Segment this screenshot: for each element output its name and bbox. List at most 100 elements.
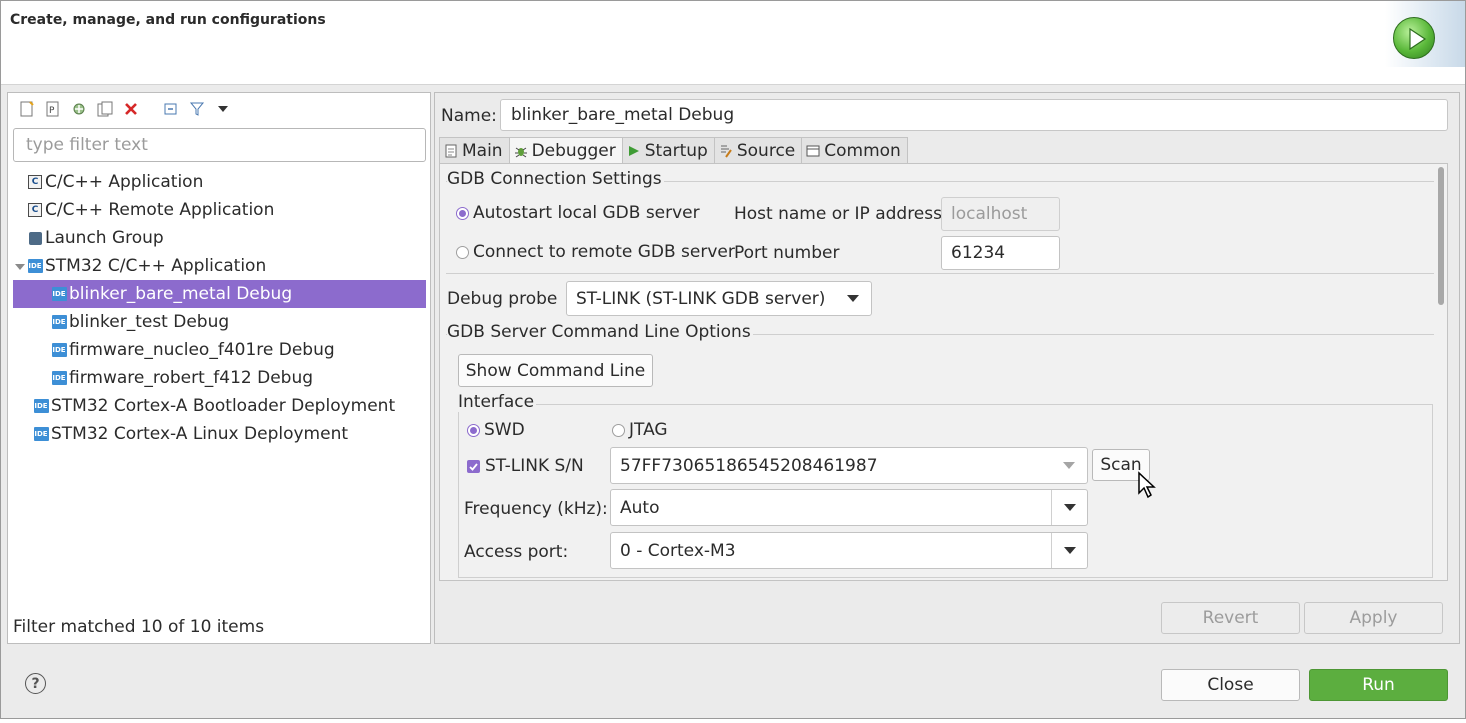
run-button[interactable]: Run [1309, 669, 1448, 701]
export-icon[interactable] [68, 98, 90, 120]
show-command-line-button[interactable]: Show Command Line [458, 354, 653, 387]
jtag-radio[interactable] [612, 423, 625, 437]
ide-icon: IDE [27, 258, 43, 274]
access-port-label: Access port: [464, 542, 569, 562]
tree-item-label: C/C++ Application [45, 172, 204, 192]
collapse-all-icon[interactable] [160, 98, 182, 120]
view-menu-icon[interactable] [212, 98, 234, 120]
frequency-select[interactable]: Auto [610, 489, 1088, 526]
launch-group-icon [27, 230, 43, 246]
new-prototype-icon[interactable]: P [42, 98, 64, 120]
chevron-down-icon[interactable] [1051, 533, 1087, 568]
tab-startup[interactable]: Startup [621, 137, 715, 163]
tree-item-label: Launch Group [45, 228, 164, 248]
ide-icon: IDE [33, 426, 49, 442]
cpp-app-icon: C [27, 202, 43, 218]
tree-item-label: blinker_bare_metal Debug [69, 284, 293, 304]
tree-item-cpp-application[interactable]: C C/C++ Application [13, 168, 426, 196]
run-circle-icon [1393, 17, 1435, 59]
ide-icon: IDE [51, 370, 67, 386]
chevron-down-icon[interactable] [835, 282, 871, 315]
stlink-sn-row[interactable]: ST-LINK S/N [467, 456, 584, 476]
common-icon [806, 144, 820, 158]
autostart-label: Autostart local GDB server [473, 203, 700, 223]
gdb-server-options-title: GDB Server Command Line Options [447, 322, 753, 342]
port-input[interactable]: 61234 [941, 236, 1060, 270]
autostart-radio-row[interactable]: Autostart local GDB server [456, 203, 700, 223]
expand-arrow-icon[interactable] [13, 259, 27, 273]
tree-item-label: STM32 C/C++ Application [45, 256, 267, 276]
debugger-tab-content: GDB Connection Settings Autostart local … [439, 163, 1448, 581]
config-editor-panel: Name: blinker_bare_metal Debug Main Debu… [434, 92, 1460, 644]
main-tab-icon [444, 144, 458, 158]
stlink-sn-checkbox[interactable] [467, 459, 480, 473]
gdb-connection-title: GDB Connection Settings [447, 169, 664, 189]
filter-status: Filter matched 10 of 10 items [13, 617, 265, 637]
interface-title: Interface [458, 392, 537, 412]
chevron-down-icon[interactable] [1051, 448, 1087, 483]
mouse-pointer-icon [1136, 471, 1162, 506]
debug-probe-select[interactable]: ST-LINK (ST-LINK GDB server) [566, 281, 872, 316]
tab-common[interactable]: Common [801, 137, 908, 163]
close-button[interactable]: Close [1161, 669, 1300, 701]
group-bottom-border [446, 273, 1434, 274]
tree-item-cortex-a-bootloader[interactable]: IDE STM32 Cortex-A Bootloader Deployment [13, 392, 426, 420]
source-icon [719, 144, 733, 158]
svg-text:P: P [49, 106, 55, 116]
duplicate-icon[interactable] [94, 98, 116, 120]
config-name-input[interactable]: blinker_bare_metal Debug [500, 99, 1448, 131]
remote-radio-row[interactable]: Connect to remote GDB server [456, 242, 735, 262]
chevron-down-icon[interactable] [1051, 490, 1087, 525]
port-label: Port number [734, 243, 840, 263]
tree-item-blinker-bare-metal-debug[interactable]: IDE blinker_bare_metal Debug [13, 280, 426, 308]
autostart-radio[interactable] [456, 206, 469, 220]
ide-icon: IDE [33, 398, 49, 414]
apply-button[interactable]: Apply [1304, 602, 1443, 634]
tree-item-label: firmware_robert_f412 Debug [69, 368, 314, 388]
ide-icon: IDE [51, 342, 67, 358]
config-list-panel: P C C/C+ [7, 92, 431, 644]
vertical-scrollbar[interactable] [1437, 166, 1445, 578]
config-tree: C C/C++ Application C C/C++ Remote Appli… [13, 168, 426, 448]
swd-radio-row[interactable]: SWD [467, 420, 525, 440]
tree-item-stm32-cpp-application[interactable]: IDE STM32 C/C++ Application [13, 252, 426, 280]
debug-probe-label: Debug probe [447, 289, 558, 309]
host-input[interactable]: localhost [941, 197, 1060, 231]
scrollbar-thumb[interactable] [1438, 167, 1444, 305]
help-icon[interactable]: ? [25, 673, 46, 694]
new-config-icon[interactable] [16, 98, 38, 120]
tree-item-firmware-robert-debug[interactable]: IDE firmware_robert_f412 Debug [13, 364, 426, 392]
host-label: Host name or IP address [734, 204, 942, 224]
debugger-bug-icon [514, 144, 528, 158]
cpp-app-icon: C [27, 174, 43, 190]
config-tabs: Main Debugger Startup Source Common [439, 137, 908, 163]
remote-label: Connect to remote GDB server [473, 242, 735, 262]
remote-radio[interactable] [456, 245, 469, 259]
tree-item-label: STM32 Cortex-A Linux Deployment [51, 424, 349, 444]
startup-play-icon [627, 144, 641, 158]
tree-item-cpp-remote-application[interactable]: C C/C++ Remote Application [13, 196, 426, 224]
filter-input[interactable] [13, 128, 426, 162]
swd-radio[interactable] [467, 423, 480, 437]
tab-main[interactable]: Main [439, 137, 510, 163]
revert-button[interactable]: Revert [1161, 602, 1300, 634]
ide-icon: IDE [51, 286, 67, 302]
tree-item-label: C/C++ Remote Application [45, 200, 275, 220]
launch-configurations-dialog: Create, manage, and run configurations P [0, 0, 1466, 719]
filter-icon[interactable] [186, 98, 208, 120]
dialog-header: Create, manage, and run configurations [1, 1, 1465, 85]
tab-source[interactable]: Source [713, 137, 803, 163]
access-port-select[interactable]: 0 - Cortex-M3 [610, 532, 1088, 569]
tree-item-launch-group[interactable]: Launch Group [13, 224, 426, 252]
tree-item-blinker-test-debug[interactable]: IDE blinker_test Debug [13, 308, 426, 336]
jtag-radio-row[interactable]: JTAG [612, 420, 668, 440]
tab-debugger[interactable]: Debugger [508, 137, 623, 163]
ide-icon: IDE [51, 314, 67, 330]
config-toolbar: P [16, 98, 234, 120]
tree-item-label: firmware_nucleo_f401re Debug [69, 340, 335, 360]
stlink-sn-select[interactable]: 57FF7306518654520846198​7 [610, 447, 1088, 484]
tree-item-cortex-a-linux[interactable]: IDE STM32 Cortex-A Linux Deployment [13, 420, 426, 448]
delete-icon[interactable] [120, 98, 142, 120]
tree-item-label: STM32 Cortex-A Bootloader Deployment [51, 396, 396, 416]
tree-item-firmware-nucleo-debug[interactable]: IDE firmware_nucleo_f401re Debug [13, 336, 426, 364]
